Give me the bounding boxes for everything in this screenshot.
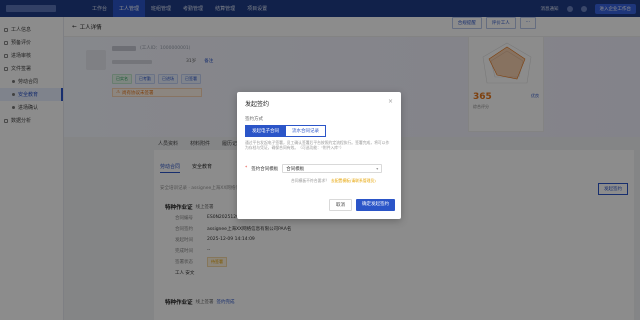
modal-title: 发起签约 [245, 101, 270, 108]
template-row: * 签约合同模板 合同模板 ▾ [245, 164, 383, 173]
sign-method-toggle: 发起电子合同 流水合同记录 [245, 125, 326, 137]
required-mark: * [245, 166, 248, 171]
chevron-down-icon: ▾ [376, 166, 379, 171]
method-description: 通过平台发起电子签署，员工确认签署后平台按照约定流程执行。签署完成，将可以作为存… [245, 140, 390, 151]
template-select[interactable]: 合同模板 ▾ [282, 164, 383, 173]
option-electronic-contract[interactable]: 发起电子合同 [245, 125, 286, 137]
initiate-sign-modal: 发起签约 × 签约方式 发起电子合同 流水合同记录 通过平台发起电子签署，员工确… [237, 92, 401, 219]
confirm-sign-button[interactable]: 确定发起签约 [356, 199, 395, 211]
hint-text: 合同模板不符合要求？ [291, 178, 329, 183]
modal-footer: 取消 确定发起签约 [329, 199, 395, 211]
cancel-button[interactable]: 取消 [329, 199, 352, 211]
template-label: 签约合同模板 [251, 166, 279, 172]
option-contract-record[interactable]: 流水合同记录 [286, 125, 326, 137]
template-hint: 合同模板不符合要求？ 去配置模板(请联系管理员) [291, 178, 376, 184]
template-selected-value: 合同模板 [286, 166, 305, 172]
sign-method-label: 签约方式 [245, 117, 263, 122]
configure-template-link[interactable]: 去配置模板(请联系管理员) [331, 178, 376, 184]
close-icon[interactable]: × [388, 98, 393, 105]
